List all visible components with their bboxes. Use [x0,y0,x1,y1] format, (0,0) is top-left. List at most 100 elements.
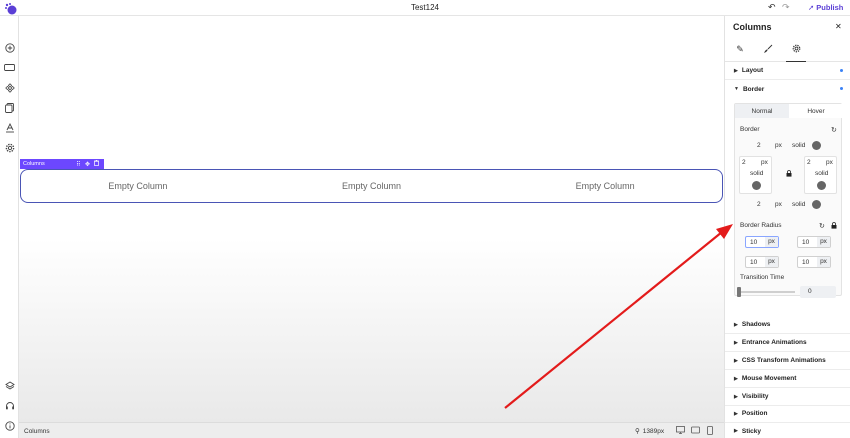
radius-value: 10 [802,259,810,266]
components-icon[interactable] [3,81,16,94]
empty-column-1[interactable]: Empty Column [21,170,255,202]
section-sticky[interactable]: ▶ Sticky [725,422,850,438]
border-left-color[interactable] [752,181,761,190]
border-left-unit[interactable]: px [761,159,768,166]
section-mouse-movement[interactable]: ▶ Mouse Movement [725,370,850,388]
move-icon[interactable]: ✥ [83,161,92,168]
modified-indicator [840,87,843,90]
publish-button[interactable]: ➚ Publish [808,1,843,14]
section-border[interactable]: ▼ Border [725,80,850,98]
border-top-style[interactable]: solid [792,142,805,149]
delete-icon[interactable] [92,159,101,168]
radius-unit[interactable]: px [817,257,830,267]
transition-time-input[interactable]: 0 [800,286,836,298]
radius-unit[interactable]: px [765,237,778,247]
reset-border-icon[interactable]: ↻ [831,126,837,134]
layers-icon[interactable] [3,379,16,392]
selected-element-label: Columns [23,161,45,167]
section-position[interactable]: ▶ Position [725,405,850,423]
lock-icon[interactable] [786,170,792,179]
tab-content[interactable]: ✎ [730,44,750,62]
caret-right-icon: ▶ [734,339,738,346]
tab-settings[interactable] [786,44,806,62]
breadcrumb[interactable]: Columns [24,428,50,435]
gear-icon [792,44,801,55]
state-toggle: Normal Hover [735,104,843,118]
info-icon[interactable] [3,419,16,432]
caret-right-icon: ▶ [734,357,738,364]
section-label: Entrance Animations [741,339,807,346]
caret-right-icon: ▶ [734,67,738,74]
tablet-view-icon[interactable] [691,426,700,436]
tab-style[interactable] [758,44,778,62]
toggle-hover[interactable]: Hover [789,104,843,118]
empty-column-3[interactable]: Empty Column [488,170,722,202]
radius-lock-icon[interactable] [831,222,837,231]
border-right-unit[interactable]: px [826,159,833,166]
transition-slider-track[interactable] [739,291,795,293]
transition-slider-handle[interactable] [737,287,741,297]
section-entrance-animations[interactable]: ▶ Entrance Animations [725,334,850,352]
canvas-width-readout[interactable]: ⚲ 1389px [635,427,664,436]
border-settings-card: Normal Hover Border ↻ 2 px solid 2 px so… [734,103,843,296]
border-bottom-style[interactable]: solid [792,201,805,208]
toggle-normal[interactable]: Normal [735,104,789,118]
transition-time-label: Transition Time [740,274,785,281]
section-label: Visibility [741,393,769,400]
border-left-width[interactable]: 2 [742,159,746,166]
desktop-view-icon[interactable] [676,426,685,436]
section-label: Border [742,85,765,93]
radius-bottom-left-input[interactable]: 10 px [745,256,779,268]
caret-right-icon: ▶ [734,375,738,382]
add-element-icon[interactable] [3,41,16,54]
panel-title: Columns [733,22,772,32]
document-title: Test124 [410,3,440,12]
section-icon[interactable] [3,61,16,74]
border-top-color[interactable] [812,141,821,150]
editor-canvas[interactable] [19,16,724,422]
border-left-box: 2 px solid [739,156,772,194]
border-bottom-color[interactable] [812,200,821,209]
section-shadows[interactable]: ▶ Shadows [725,316,850,334]
border-right-width[interactable]: 2 [807,159,811,166]
empty-column-2[interactable]: Empty Column [255,170,489,202]
border-bottom-width[interactable]: 2 [757,201,761,208]
typography-icon[interactable] [3,121,16,134]
properties-panel: Columns ✕ ✎ ▶ Layout ▼ Border Normal Hov… [724,16,850,438]
section-label: Shadows [741,321,771,328]
border-bottom-unit[interactable]: px [775,201,782,208]
redo-icon[interactable]: ↷ [782,2,790,13]
left-toolbar [0,16,19,438]
radius-unit[interactable]: px [765,257,778,267]
section-label: Position [741,410,768,417]
close-icon[interactable]: ✕ [835,22,842,31]
caret-right-icon: ▶ [734,393,738,400]
columns-element[interactable]: Empty Column Empty Column Empty Column [20,169,723,203]
section-label: Mouse Movement [741,375,797,382]
radius-unit[interactable]: px [817,237,830,247]
selection-toolbar: Columns ⠿ ✥ [20,159,104,169]
section-visibility[interactable]: ▶ Visibility [725,388,850,406]
radius-top-right-input[interactable]: 10 px [797,236,831,248]
reset-radius-icon[interactable]: ↻ [819,222,825,230]
modified-indicator [840,69,843,72]
undo-icon[interactable]: ↶ [768,2,776,13]
section-css-transform-animations[interactable]: ▶ CSS Transform Animations [725,352,850,370]
support-icon[interactable] [3,399,16,412]
settings-icon[interactable] [3,141,16,154]
top-bar: Test124 ↶ ↷ ➚ Publish [0,0,850,16]
border-left-style[interactable]: solid [750,170,763,177]
border-top-width[interactable]: 2 [757,142,761,149]
border-right-color[interactable] [817,181,826,190]
border-right-style[interactable]: solid [815,170,828,177]
mobile-view-icon[interactable] [707,426,713,437]
section-layout[interactable]: ▶ Layout [725,62,850,80]
border-top-unit[interactable]: px [775,142,782,149]
radius-bottom-right-input[interactable]: 10 px [797,256,831,268]
caret-right-icon: ▶ [734,321,738,328]
pages-icon[interactable] [3,101,16,114]
drag-handle-icon[interactable]: ⠿ [74,161,83,168]
radius-top-left-input[interactable]: 10 px [745,236,779,248]
section-label: Sticky [741,427,762,435]
section-label: Layout [741,67,764,74]
